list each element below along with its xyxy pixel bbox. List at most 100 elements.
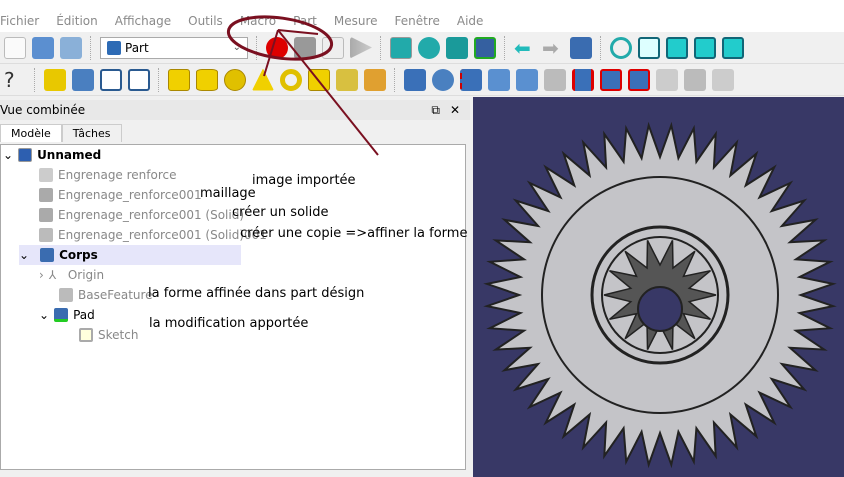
create-body-icon[interactable] — [44, 68, 66, 91]
origin-axes-icon: ⅄ — [48, 268, 57, 282]
gear-model — [483, 121, 837, 469]
mirror-icon[interactable] — [460, 68, 482, 91]
separator — [380, 35, 382, 60]
tree-item[interactable]: Engrenage_renforce001 (Solid)001 — [39, 225, 267, 245]
tree-label: Engrenage_renforce001 (Solid)001 — [58, 228, 267, 242]
separator — [90, 35, 92, 60]
tree-item-pad[interactable]: ⌄ Pad — [39, 305, 95, 325]
link-icon[interactable] — [100, 68, 122, 91]
tree-label: BaseFeature — [78, 288, 153, 302]
fillet-icon[interactable] — [488, 68, 510, 91]
view-front-icon[interactable] — [666, 36, 688, 59]
back-arrow-icon[interactable]: ⬅ — [514, 37, 536, 59]
tree-label: Engrenage_renforce001 (Solid) — [58, 208, 245, 222]
mesh-icon — [39, 168, 53, 182]
menu-affichage[interactable]: Affichage — [115, 14, 180, 28]
annotation: la forme affinée dans part désign — [148, 286, 365, 301]
create-part-icon[interactable] — [72, 68, 94, 91]
tree-item-origin[interactable]: › ⅄ Origin — [39, 265, 104, 285]
menu-fenetre[interactable]: Fenêtre — [395, 14, 449, 28]
revolve-icon[interactable] — [432, 68, 454, 91]
tree-item[interactable]: Engrenage renforce — [39, 165, 177, 185]
shape-builder-icon[interactable] — [364, 68, 386, 91]
tree-item-unnamed[interactable]: ⌄ Unnamed — [3, 145, 101, 165]
open-file-icon[interactable] — [32, 36, 54, 59]
run-macro-icon[interactable] — [350, 36, 372, 59]
fit-all-icon[interactable] — [390, 36, 412, 59]
separator — [34, 67, 36, 92]
make-face-icon[interactable] — [544, 68, 566, 91]
view-top-icon[interactable] — [694, 36, 716, 59]
view-isometric-icon[interactable] — [638, 36, 660, 59]
chevron-down-icon: ⌄ — [232, 42, 241, 53]
separator — [394, 67, 396, 92]
workbench-selector[interactable]: Part ⌄ — [100, 36, 248, 59]
forward-arrow-icon[interactable]: ➡ — [542, 37, 564, 59]
primitives-icon[interactable] — [336, 68, 358, 91]
bounding-box-icon[interactable] — [474, 36, 496, 59]
title-bar — [0, 0, 844, 10]
menu-aide[interactable]: Aide — [457, 14, 493, 28]
zoom-icon[interactable] — [610, 36, 632, 59]
separator — [256, 35, 258, 60]
tree-item-basefeature[interactable]: BaseFeature — [59, 285, 153, 305]
chevron-down-icon[interactable]: ⌄ — [3, 148, 13, 162]
stop-macro-icon[interactable] — [294, 36, 316, 59]
fit-selection-icon[interactable] — [418, 36, 440, 59]
tube-icon[interactable] — [308, 68, 330, 91]
part-cube-icon — [107, 40, 121, 55]
tree-item-corps[interactable]: ⌄ Corps — [19, 245, 241, 265]
tree-item[interactable]: Engrenage_renforce001 — [39, 185, 202, 205]
draw-style-icon[interactable] — [446, 36, 468, 59]
view-right-icon[interactable] — [722, 36, 744, 59]
tree-label: Pad — [73, 308, 95, 322]
menu-macro[interactable]: Macro — [240, 14, 285, 28]
edit-macro-icon[interactable] — [322, 36, 344, 59]
chevron-right-icon[interactable]: › — [39, 268, 44, 282]
tab-taches[interactable]: Tâches — [61, 124, 122, 142]
toolbar-main: Part ⌄ ⬅ ➡ — [0, 32, 844, 64]
sweep-icon[interactable] — [628, 68, 650, 91]
toolbar-part: ? — [0, 64, 844, 96]
ruled-surface-icon[interactable] — [572, 68, 594, 91]
section-icon[interactable] — [656, 68, 678, 91]
sync-view-icon[interactable] — [570, 36, 592, 59]
tab-modele[interactable]: Modèle — [0, 124, 62, 142]
offset-icon[interactable] — [712, 68, 734, 91]
menu-mesure[interactable]: Mesure — [334, 14, 387, 28]
link-actions-icon[interactable] — [128, 68, 150, 91]
panel-tabs: Modèle Tâches — [0, 120, 470, 142]
torus-icon[interactable] — [280, 68, 302, 91]
center-hole — [637, 286, 683, 332]
chevron-down-icon[interactable]: ⌄ — [19, 248, 29, 262]
tree-item[interactable]: Engrenage_renforce001 (Solid) — [39, 205, 244, 225]
menu-fichier[interactable]: Fichier — [0, 14, 48, 28]
record-macro-icon[interactable] — [266, 36, 288, 59]
cone-icon[interactable] — [252, 68, 274, 91]
sphere-icon[interactable] — [224, 68, 246, 91]
save-icon[interactable] — [60, 36, 82, 59]
menu-outils[interactable]: Outils — [188, 14, 232, 28]
cylinder-icon[interactable] — [196, 68, 218, 91]
tree-label: Corps — [59, 248, 98, 262]
solid-icon — [39, 208, 53, 222]
menu-part[interactable]: Part — [293, 14, 326, 28]
tree-item-sketch[interactable]: Sketch — [79, 325, 138, 345]
chevron-down-icon[interactable]: ⌄ — [39, 308, 49, 322]
cube-icon[interactable] — [168, 68, 190, 91]
menu-edition[interactable]: Édition — [56, 14, 107, 28]
chamfer-icon[interactable] — [516, 68, 538, 91]
tree-label: Origin — [67, 268, 105, 282]
3d-viewport[interactable] — [473, 97, 844, 477]
new-file-icon[interactable] — [4, 36, 26, 59]
extrude-icon[interactable] — [404, 68, 426, 91]
float-panel-icon[interactable]: ⧉ — [431, 103, 440, 118]
whats-this-icon[interactable]: ? — [4, 69, 26, 91]
loft-icon[interactable] — [600, 68, 622, 91]
cross-sections-icon[interactable] — [684, 68, 706, 91]
menu-bar: Fichier Édition Affichage Outils Macro P… — [0, 10, 844, 32]
tree-label: Engrenage renforce — [58, 168, 177, 182]
close-icon[interactable]: ✕ — [450, 103, 460, 118]
tree-label: Unnamed — [37, 148, 102, 162]
separator — [600, 35, 602, 60]
